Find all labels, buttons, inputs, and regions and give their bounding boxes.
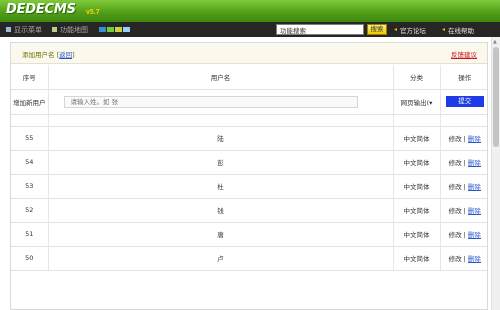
delete-link[interactable]: 删除 xyxy=(468,231,481,239)
edit-link[interactable]: 修改 xyxy=(449,207,462,215)
feature-map-button[interactable]: 功能地图 xyxy=(52,22,88,37)
separator: | xyxy=(463,159,466,167)
separator: | xyxy=(463,231,466,239)
content-panel: 添加用户名 [返回] 反馈建议 序号 用户名 分类 操作 增加新用户 网页输出(… xyxy=(10,42,488,310)
username-table: 序号 用户名 分类 操作 增加新用户 网页输出(▾ 提交 55陆中文简体修改 |… xyxy=(11,65,487,271)
add-user-submit-cell: 提交 xyxy=(440,89,487,115)
delete-link[interactable]: 删除 xyxy=(468,183,481,191)
edit-link[interactable]: 修改 xyxy=(449,135,462,143)
row-id: 52 xyxy=(11,198,49,223)
row-category: 中文简体 xyxy=(393,150,441,175)
row-actions: 修改 | 删除 xyxy=(440,198,487,223)
top-toolbar: 显示菜单 功能地图 搜索 ◂ 官方论坛 ◂ 在线帮助 xyxy=(0,22,500,37)
row-actions: 修改 | 删除 xyxy=(440,150,487,175)
delete-link[interactable]: 删除 xyxy=(468,135,481,143)
forum-label: 官方论坛 xyxy=(400,26,427,35)
table-body: 55 陆中文简体 修改 | 删除 54 彭中文简体 修改 | 删除 53 杜中文简体 修改 | … xyxy=(11,126,487,271)
row-name: 钱 xyxy=(48,198,394,223)
scroll-up-icon[interactable]: ▲ xyxy=(493,39,497,45)
separator: | xyxy=(463,183,466,191)
show-menu-button[interactable]: 显示菜单 xyxy=(6,22,42,37)
add-user-input-cell xyxy=(48,89,394,115)
row-category: 中文简体 xyxy=(393,246,441,271)
row-id: 55 xyxy=(11,126,49,151)
row-actions: 修改 | 删除 xyxy=(440,174,487,199)
panel-titlebar: 添加用户名 [返回] 反馈建议 xyxy=(11,43,487,64)
row-id: 51 xyxy=(11,222,49,247)
header-name: 用户名 xyxy=(48,65,394,90)
panel-title-text: 添加用户名 xyxy=(22,51,55,59)
add-user-label: 增加新用户 xyxy=(11,89,49,115)
table-header-row: 序号 用户名 分类 操作 xyxy=(11,65,487,90)
table-row: 50 卢中文简体 修改 | 删除 xyxy=(11,246,487,271)
scrollbar-thumb[interactable] xyxy=(493,47,499,147)
show-menu-label: 显示菜单 xyxy=(14,25,42,34)
row-id: 50 xyxy=(11,246,49,271)
help-label: 在线帮助 xyxy=(448,26,475,35)
edit-link[interactable]: 修改 xyxy=(449,183,462,191)
version-label: v5.7 xyxy=(86,9,100,16)
row-category: 中文简体 xyxy=(393,174,441,199)
separator: | xyxy=(463,207,466,215)
header-id: 序号 xyxy=(11,65,49,90)
header-action: 操作 xyxy=(440,65,487,90)
row-id: 53 xyxy=(11,174,49,199)
app-header: DEDECMS v5.7 xyxy=(0,0,500,22)
vertical-scrollbar[interactable]: ▲ xyxy=(491,37,500,310)
row-name: 卢 xyxy=(48,246,394,271)
add-user-select-cell: 网页输出(▾ xyxy=(393,89,441,115)
row-name: 唐 xyxy=(48,222,394,247)
dedecms-logo: DEDECMS xyxy=(6,2,76,17)
online-help-link[interactable]: ◂ 在线帮助 xyxy=(442,22,474,37)
row-category: 中文简体 xyxy=(393,222,441,247)
arrow-icon: ◂ xyxy=(394,26,398,33)
edit-link[interactable]: 修改 xyxy=(449,159,462,167)
row-category: 中文简体 xyxy=(393,198,441,223)
official-forum-link[interactable]: ◂ 官方论坛 xyxy=(394,22,426,37)
arrow-icon: ◂ xyxy=(442,26,446,33)
bracket-close: ] xyxy=(72,51,75,59)
header-category: 分类 xyxy=(393,65,441,90)
table-row: 53 杜中文简体 修改 | 删除 xyxy=(11,174,487,199)
row-name: 杜 xyxy=(48,174,394,199)
feature-search-input[interactable] xyxy=(276,24,364,35)
surname-input[interactable] xyxy=(63,95,358,108)
search-button[interactable]: 搜索 xyxy=(367,24,387,35)
edit-link[interactable]: 修改 xyxy=(449,231,462,239)
submit-button[interactable]: 提交 xyxy=(445,96,484,107)
delete-link[interactable]: 删除 xyxy=(468,255,481,263)
table-row: 51 唐中文简体 修改 | 删除 xyxy=(11,222,487,247)
row-id: 54 xyxy=(11,150,49,175)
panel-title: 添加用户名 [返回] xyxy=(22,49,75,59)
skin-swatch-green[interactable] xyxy=(107,27,114,32)
skin-swatches xyxy=(99,27,130,32)
row-category: 中文简体 xyxy=(393,126,441,151)
table-row: 55 陆中文简体 修改 | 删除 xyxy=(11,126,487,151)
row-actions: 修改 | 删除 xyxy=(440,222,487,247)
add-user-row: 增加新用户 网页输出(▾ 提交 xyxy=(11,89,487,115)
row-actions: 修改 | 删除 xyxy=(440,246,487,271)
menu-icon xyxy=(6,27,11,32)
row-actions: 修改 | 删除 xyxy=(440,126,487,151)
feedback-link[interactable]: 反馈建议 xyxy=(451,49,477,59)
table-row: 54 彭中文简体 修改 | 删除 xyxy=(11,150,487,175)
separator: | xyxy=(463,255,466,263)
feature-map-label: 功能地图 xyxy=(60,25,88,34)
delete-link[interactable]: 删除 xyxy=(468,159,481,167)
delete-link[interactable]: 删除 xyxy=(468,207,481,215)
skin-swatch-yellow[interactable] xyxy=(115,27,122,32)
back-link[interactable]: 返回 xyxy=(59,51,72,59)
separator: | xyxy=(463,135,466,143)
map-icon xyxy=(52,27,57,32)
table-row: 52 钱中文简体 修改 | 删除 xyxy=(11,198,487,223)
edit-link[interactable]: 修改 xyxy=(449,255,462,263)
row-name: 陆 xyxy=(48,126,394,151)
skin-swatch-lightblue[interactable] xyxy=(123,27,130,32)
row-name: 彭 xyxy=(48,150,394,175)
skin-swatch-blue[interactable] xyxy=(99,27,106,32)
output-select[interactable]: 网页输出(▾ xyxy=(401,97,433,107)
spacer-row xyxy=(11,114,487,127)
